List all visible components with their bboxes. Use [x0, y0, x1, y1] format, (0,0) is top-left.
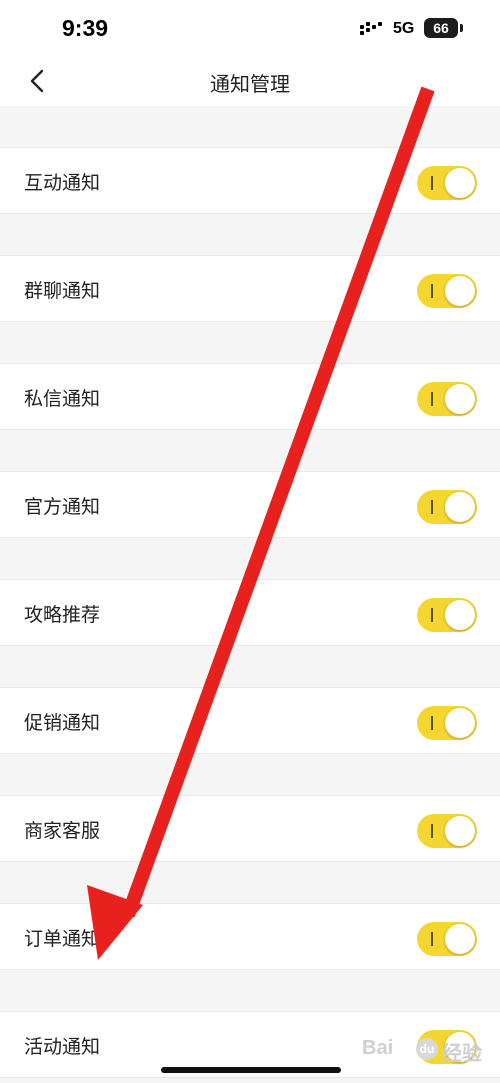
guide-recommendation-toggle[interactable]	[417, 598, 477, 632]
official-notification-toggle[interactable]	[417, 490, 477, 524]
section-gap	[0, 430, 500, 471]
home-indicator[interactable]	[161, 1067, 341, 1073]
watermark-right: 经验	[442, 1043, 482, 1065]
setting-label: 私信通知	[24, 388, 101, 410]
toggle-on-mark	[431, 500, 433, 514]
toggle-knob	[445, 384, 475, 414]
setting-label: 攻略推荐	[24, 604, 101, 626]
section-gap	[0, 322, 500, 363]
setting-row-guide-recommendation[interactable]: 攻略推荐	[0, 579, 500, 646]
interaction-notification-toggle[interactable]	[417, 166, 477, 200]
section-gap	[0, 646, 500, 687]
toggle-on-mark	[431, 608, 433, 622]
order-notification-toggle[interactable]	[417, 922, 477, 956]
baidu-paw-icon: du	[416, 1038, 438, 1060]
setting-row-group-chat[interactable]: 群聊通知	[0, 255, 500, 322]
watermark-left: Bai	[362, 1037, 394, 1059]
toggle-knob	[445, 600, 475, 630]
setting-label: 商家客服	[24, 820, 101, 842]
setting-label: 官方通知	[24, 496, 101, 518]
page-title: 通知管理	[210, 72, 290, 96]
status-time: 9:39	[62, 15, 109, 41]
setting-row-order[interactable]: 订单通知	[0, 903, 500, 970]
battery-tip	[460, 24, 463, 32]
setting-label: 活动通知	[24, 1036, 101, 1058]
notification-settings-list: 互动通知 群聊通知 私信通知 官方通知 攻略推荐 促销通知 商家客服 订单通知 …	[0, 106, 500, 1078]
toggle-on-mark	[431, 284, 433, 298]
toggle-knob	[445, 168, 475, 198]
toggle-knob	[445, 276, 475, 306]
setting-row-official[interactable]: 官方通知	[0, 471, 500, 538]
battery-icon: 66	[424, 18, 458, 38]
section-gap	[0, 970, 500, 1011]
setting-label: 订单通知	[24, 928, 101, 950]
network-type: 5G	[393, 20, 415, 37]
toggle-on-mark	[431, 392, 433, 406]
section-gap	[0, 106, 500, 147]
group-chat-notification-toggle[interactable]	[417, 274, 477, 308]
setting-label: 互动通知	[24, 172, 101, 194]
merchant-service-toggle[interactable]	[417, 814, 477, 848]
setting-row-private-message[interactable]: 私信通知	[0, 363, 500, 430]
setting-row-interaction[interactable]: 互动通知	[0, 147, 500, 214]
setting-row-promotion[interactable]: 促销通知	[0, 687, 500, 754]
setting-label: 群聊通知	[24, 280, 101, 302]
baidu-watermark-logo: Bai du 经验	[362, 1034, 482, 1066]
signal-icon	[360, 22, 386, 38]
setting-row-merchant-service[interactable]: 商家客服	[0, 795, 500, 862]
section-gap	[0, 214, 500, 255]
toggle-on-mark	[431, 824, 433, 838]
promotion-notification-toggle[interactable]	[417, 706, 477, 740]
battery-level: 66	[433, 20, 449, 36]
toggle-knob	[445, 816, 475, 846]
toggle-on-mark	[431, 716, 433, 730]
toggle-knob	[445, 924, 475, 954]
status-bar: 9:39 5G 66	[0, 0, 500, 56]
section-gap	[0, 862, 500, 903]
toggle-knob	[445, 492, 475, 522]
toggle-on-mark	[431, 176, 433, 190]
navigation-bar: 通知管理	[0, 56, 500, 106]
section-gap	[0, 538, 500, 579]
toggle-on-mark	[431, 932, 433, 946]
private-message-notification-toggle[interactable]	[417, 382, 477, 416]
setting-label: 促销通知	[24, 712, 101, 734]
section-gap	[0, 754, 500, 795]
toggle-knob	[445, 708, 475, 738]
